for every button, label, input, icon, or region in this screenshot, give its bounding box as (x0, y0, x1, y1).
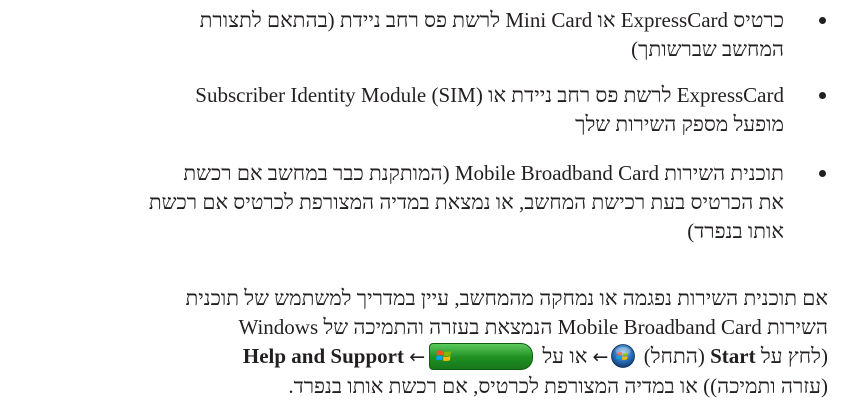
list-item: כרטיס ExpressCard או Mini Card לרשת פס ר… (2, 6, 828, 64)
list-item-line: תוכנית השירות Mobile Broadband Card (המו… (183, 161, 784, 185)
requirements-list: כרטיס ExpressCard או Mini Card לרשת פס ר… (2, 6, 828, 263)
list-item-line: המחשב שברשותך) (631, 37, 784, 61)
list-item: ExpressCard לרשת פס רחב ניידת או Subscri… (2, 81, 828, 139)
bullet-icon (819, 170, 826, 177)
windows-flag-icon (436, 350, 452, 361)
start-hebrew-text: (התחל) (638, 344, 711, 368)
list-item-line: מופעל מספק השירות שלך (575, 112, 784, 136)
list-item: תוכנית השירות Mobile Broadband Card (המו… (2, 159, 828, 246)
arrow-icon: ← (409, 346, 426, 368)
list-item-line: את הכרטיס בעת רכישת המחשב, או נמצאת במדי… (148, 190, 784, 214)
start-label: Start (710, 344, 756, 368)
start-prefix-text: (לחץ על (755, 344, 828, 368)
list-item-line: ExpressCard לרשת פס רחב ניידת או Subscri… (195, 83, 784, 107)
document-page: כרטיס ExpressCard או Mini Card לרשת פס ר… (0, 0, 848, 414)
list-item-line: כרטיס ExpressCard או Mini Card לרשת פס ר… (199, 8, 784, 32)
bullet-icon (819, 17, 826, 24)
or-on-text: או על (537, 344, 593, 368)
help-and-support-label: Help and Support (242, 344, 404, 368)
list-item-line: אותו בנפרד) (687, 219, 784, 243)
start-instruction-line: (לחץ על Start (התחל) ← או על ← Help and … (2, 342, 828, 372)
reinstall-paragraph: אם תוכנית השירות נפגמה או נמחקה מהמחשב, … (2, 284, 828, 401)
windows-vista-start-orb-icon (611, 344, 636, 369)
windows-xp-start-button-icon (429, 342, 534, 370)
paragraph-line: השירות Mobile Broadband Card הנמצאת בעזר… (238, 315, 828, 339)
paragraph-line: אם תוכנית השירות נפגמה או נמחקה מהמחשב, … (185, 286, 828, 310)
paragraph-line: (עזרה ותמיכה)) או במדיה המצורפת לכרטיס, … (288, 374, 828, 398)
arrow-icon: ← (592, 346, 609, 368)
bullet-icon (819, 92, 826, 99)
